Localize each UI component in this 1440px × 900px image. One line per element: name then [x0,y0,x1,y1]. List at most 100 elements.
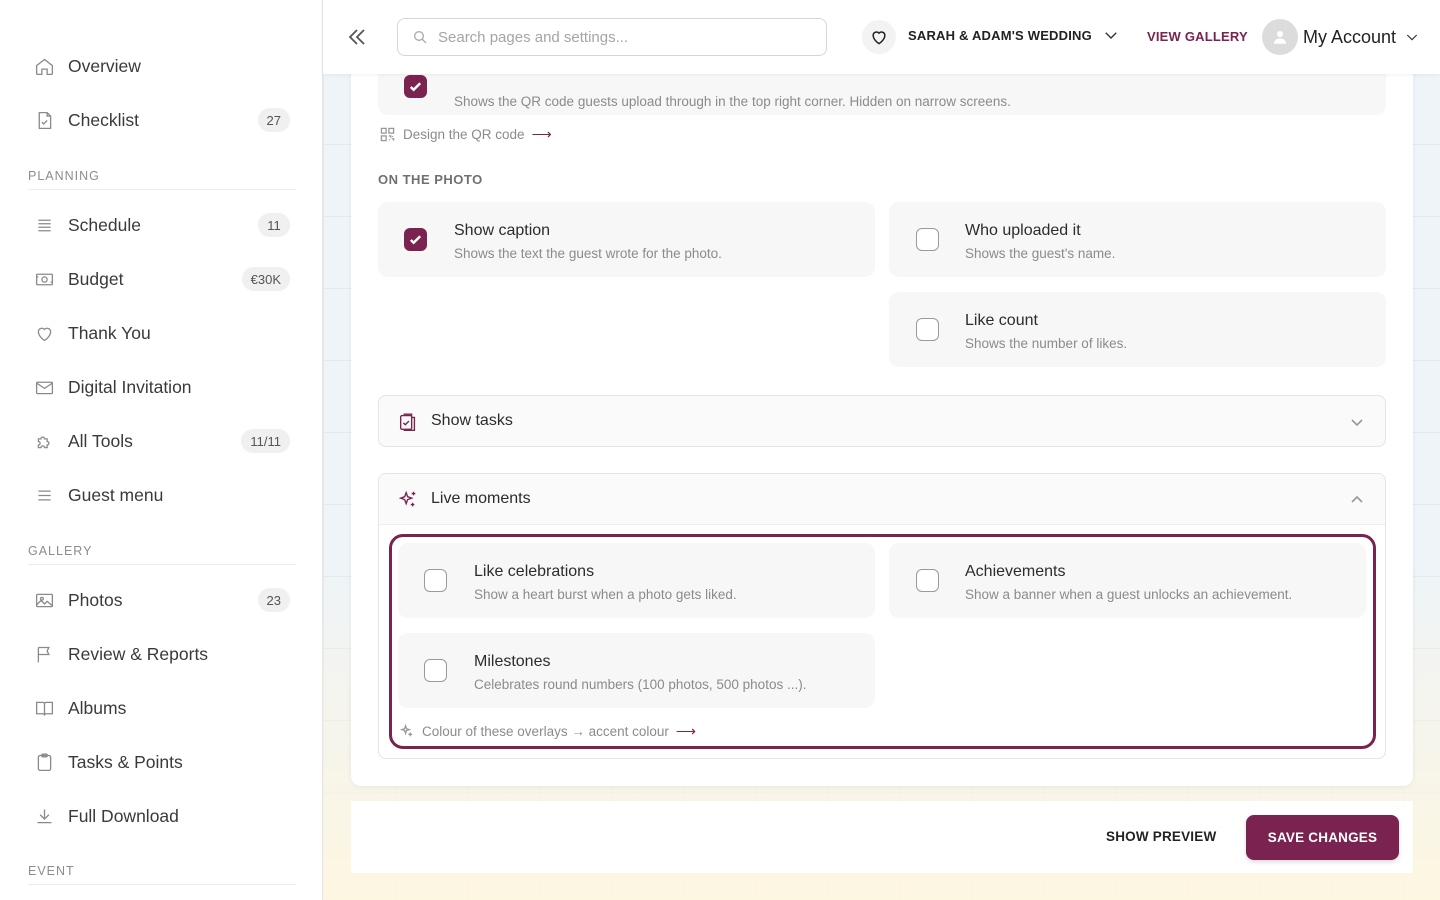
account-label: My Account [1303,26,1397,47]
budget-icon [32,267,56,291]
count-badge: 11 [258,213,290,237]
flag-icon [32,642,56,666]
checkbox-unchecked[interactable] [424,659,447,682]
clipboard-check-icon [397,411,419,433]
checkbox-unchecked[interactable] [916,569,939,592]
accordion-show-tasks[interactable]: Show tasks [378,395,1386,447]
option-description: Celebrates round numbers (100 photos, 50… [474,677,807,692]
sidebar-item-tasks-points[interactable]: Tasks & Points [20,740,302,784]
option-show-caption[interactable]: Show caption Shows the text the guest wr… [378,202,875,277]
count-badge: 27 [257,108,290,132]
overlay-colour-link[interactable]: Colour of these overlays → accent colour… [399,723,696,740]
chevron-down-icon [1105,32,1117,39]
checkbox-unchecked[interactable] [424,569,447,592]
sidebar-item-digital-invitation[interactable]: Digital Invitation [20,365,302,409]
option-description: Shows the guest's name. [965,246,1116,261]
sidebar-item-label: All Tools [68,430,133,451]
sidebar-item-label: Guest menu [68,484,164,505]
option-title: Like celebrations [474,563,595,580]
accordion-title: Show tasks [431,412,513,429]
checkbox-unchecked[interactable] [916,228,939,251]
sidebar-item-label: Checklist [68,109,139,130]
menu-icon [32,483,56,507]
clipboard-icon [32,750,56,774]
mail-icon [32,375,56,399]
top-bar: SARAH & ADAM'S WEDDING VIEW GALLERY My A… [323,0,1440,74]
show-preview-button[interactable]: SHOW PREVIEW [1106,829,1216,844]
option-title: Who uploaded it [965,222,1081,239]
qr-code-icon [380,127,395,142]
sidebar-item-label: Thank You [68,322,151,343]
option-title: Show caption [454,222,551,239]
sidebar-item-all-tools[interactable]: All Tools 11/11 [20,419,302,463]
option-who-uploaded[interactable]: Who uploaded it Shows the guest's name. [889,202,1386,277]
option-title: Milestones [474,653,551,670]
action-footer: SHOW PREVIEW SAVE CHANGES [351,801,1413,873]
arrow-right-icon: ⟶ [675,723,696,739]
option-description: Shows the QR code guests upload through … [454,94,1011,109]
sidebar-item-thank-you[interactable]: Thank You [20,311,302,355]
sidebar-item-checklist[interactable]: Checklist 27 [20,98,302,142]
option-description: Show a banner when a guest unlocks an ac… [965,587,1293,602]
count-badge: 23 [257,588,290,612]
heart-icon [32,321,56,345]
option-description: Show a heart burst when a photo gets lik… [474,587,737,602]
search-input[interactable] [438,28,808,46]
sidebar-item-label: Budget [68,268,124,289]
home-icon [32,54,56,78]
schedule-icon [32,213,56,237]
section-heading-event: EVENT [28,864,296,885]
sidebar-item-budget[interactable]: Budget €30K [20,257,302,301]
search-bar[interactable] [397,18,827,56]
option-title: Achievements [965,563,1066,580]
option-title: Like count [965,312,1038,329]
event-selector[interactable]: SARAH & ADAM'S WEDDING [908,26,1120,44]
sidebar-item-albums[interactable]: Albums [20,686,302,730]
option-like-celebrations[interactable]: Like celebrations Show a heart burst whe… [398,543,875,618]
sidebar-item-label: Schedule [68,214,141,235]
sidebar-item-label: Digital Invitation [68,376,192,397]
option-like-count[interactable]: Like count Shows the number of likes. [889,292,1386,367]
download-icon [32,804,56,828]
sidebar-item-label: Tasks & Points [68,751,183,772]
sidebar-item-photos[interactable]: Photos 23 [20,578,302,622]
settings-card: Shows the QR code guests upload through … [351,40,1413,786]
user-icon [1274,31,1286,44]
sidebar-item-review-reports[interactable]: Review & Reports [20,632,302,676]
checkbox-unchecked[interactable] [916,318,939,341]
sidebar-item-overview[interactable]: Overview [20,44,302,88]
collapse-sidebar-icon[interactable] [343,23,371,51]
book-icon [32,696,56,720]
link-label: Design the QR code [403,127,525,142]
accordion-title: Live moments [431,490,531,507]
sidebar-item-full-download[interactable]: Full Download [20,794,302,838]
avatar [1262,19,1298,55]
event-heart-icon[interactable] [862,20,896,54]
amount-badge: €30K [241,267,290,291]
account-menu[interactable]: My Account [1262,19,1420,55]
chevron-down-icon [1406,34,1418,41]
save-changes-button[interactable]: SAVE CHANGES [1246,815,1399,860]
design-qr-link[interactable]: Design the QR code ⟶ [380,126,552,143]
section-heading-planning: PLANNING [28,169,296,190]
checklist-icon [32,108,56,132]
view-gallery-link[interactable]: VIEW GALLERY [1147,29,1248,44]
sparkles-icon [399,724,413,737]
option-milestones[interactable]: Milestones Celebrates round numbers (100… [398,633,875,708]
photo-icon [32,588,56,612]
link-label: Colour of these overlays → accent colour [422,724,669,739]
option-achievements[interactable]: Achievements Show a banner when a guest … [889,543,1366,618]
accordion-header[interactable]: Live moments [379,474,1385,525]
group-heading-on-the-photo: ON THE PHOTO [378,172,483,187]
puzzle-icon [32,429,56,453]
sidebar-item-guest-menu[interactable]: Guest menu [20,473,302,517]
count-badge: 11/11 [241,429,290,453]
checkbox-checked[interactable] [404,228,427,251]
sidebar-item-schedule[interactable]: Schedule 11 [20,203,302,247]
checkbox-checked[interactable] [404,75,427,98]
sidebar-item-label: Review & Reports [68,643,209,664]
arrow-right-icon: ⟶ [531,126,552,142]
sidebar-item-label: Overview [68,55,141,76]
sidebar-item-label: Photos [68,589,123,610]
section-heading-gallery: GALLERY [28,544,296,565]
